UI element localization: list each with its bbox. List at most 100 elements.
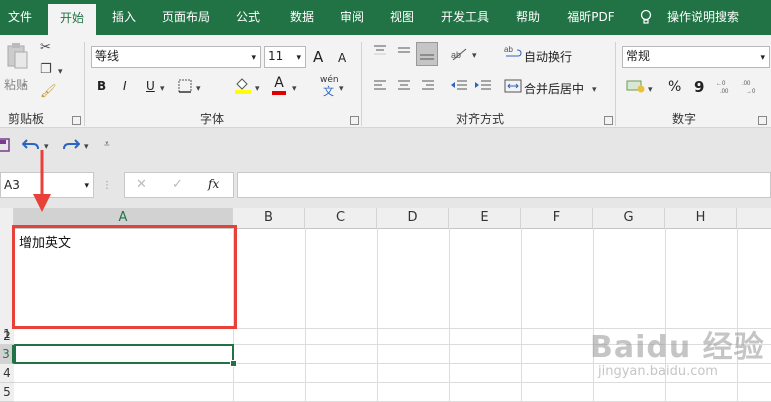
chevron-down-icon[interactable]: ▾: [292, 81, 297, 97]
clipboard-group-label: 剪贴板: [8, 112, 45, 126]
insert-function-button[interactable]: fx: [208, 177, 219, 191]
chevron-down-icon[interactable]: ▾: [196, 81, 201, 97]
customize-toolbar-icon[interactable]: ⩡: [104, 137, 110, 153]
fill-color-icon[interactable]: [234, 76, 252, 99]
column-header-b[interactable]: B: [233, 208, 305, 228]
borders-icon[interactable]: [178, 79, 192, 98]
tab-developer[interactable]: 开发工具: [432, 0, 498, 35]
alignment-group-label: 对齐方式: [456, 112, 505, 126]
alignment-launcher-icon[interactable]: [604, 116, 613, 125]
font-name-select[interactable]: 等线 ▾: [91, 46, 261, 68]
redo-icon[interactable]: [62, 136, 81, 155]
tab-view[interactable]: 视图: [382, 0, 422, 35]
enter-icon[interactable]: ✓: [172, 177, 183, 193]
align-top-icon[interactable]: [372, 44, 388, 63]
lightbulb-icon[interactable]: [636, 0, 656, 35]
column-header-e[interactable]: E: [449, 208, 521, 228]
number-launcher-icon[interactable]: [758, 116, 767, 125]
italic-button[interactable]: I: [123, 79, 127, 93]
gridline: [14, 382, 771, 383]
chevron-down-icon[interactable]: ▾: [648, 82, 653, 98]
gridline: [521, 228, 522, 402]
tab-insert[interactable]: 插入: [104, 0, 144, 35]
separator: [84, 42, 85, 126]
align-bottom-icon[interactable]: [416, 42, 438, 66]
wrap-text-button[interactable]: 自动换行: [524, 48, 572, 65]
tab-review[interactable]: 审阅: [332, 0, 372, 35]
orientation-icon[interactable]: ab: [450, 46, 468, 67]
align-right-icon[interactable]: [420, 78, 436, 97]
chevron-down-icon[interactable]: ▾: [84, 139, 89, 155]
copy-icon[interactable]: ❐: [40, 62, 52, 78]
tab-home[interactable]: 开始: [48, 4, 96, 35]
phonetic-icon[interactable]: 文: [323, 84, 334, 100]
fill-handle[interactable]: [230, 360, 237, 367]
gridline: [593, 228, 594, 402]
wrap-text-icon[interactable]: ab: [504, 44, 522, 65]
font-launcher-icon[interactable]: [350, 116, 359, 125]
row-header-3[interactable]: 3: [0, 345, 14, 364]
gridline: [305, 228, 306, 402]
tab-help[interactable]: 帮助: [506, 0, 550, 35]
chevron-down-icon[interactable]: ▾: [160, 81, 165, 97]
chevron-down-icon[interactable]: ▾: [255, 81, 260, 97]
chevron-down-icon[interactable]: ▾: [339, 81, 344, 97]
decrease-decimal-icon[interactable]: .00 →0: [742, 78, 762, 99]
column-header-g[interactable]: G: [593, 208, 665, 228]
font-name-value: 等线: [95, 49, 120, 63]
chevron-down-icon[interactable]: ▾: [58, 64, 63, 80]
tab-formulas[interactable]: 公式: [226, 0, 270, 35]
annotation-highlight-box: [12, 225, 237, 329]
cut-icon[interactable]: ✂: [40, 40, 51, 56]
paste-icon[interactable]: [6, 42, 28, 70]
increase-indent-icon[interactable]: [474, 78, 492, 97]
row-header-4[interactable]: 4: [0, 364, 14, 383]
more-dots-icon: ⋮: [102, 180, 112, 191]
ribbon-tab-bar: 文件 开始 插入 页面布局 公式 数据 审阅 视图 开发工具 帮助 福昕PDF …: [0, 0, 771, 35]
format-painter-icon[interactable]: 🖌: [40, 84, 57, 100]
chevron-down-icon: ▾: [251, 53, 256, 63]
tab-foxit-pdf[interactable]: 福昕PDF: [560, 0, 622, 35]
underline-button[interactable]: U: [146, 79, 155, 93]
grow-font-button[interactable]: A: [313, 48, 323, 66]
number-format-value: 常规: [626, 49, 651, 63]
increase-decimal-icon[interactable]: ←0.00: [716, 78, 736, 99]
separator: [615, 42, 616, 126]
tell-me-search[interactable]: 操作说明搜索: [662, 0, 744, 35]
active-cell-a3[interactable]: [14, 344, 234, 364]
number-format-select[interactable]: 常规 ▾: [622, 46, 770, 68]
watermark-brand: Baidu 经验: [590, 330, 765, 365]
merge-center-button[interactable]: 合并后居中: [524, 80, 584, 97]
shrink-font-button[interactable]: A: [338, 51, 346, 65]
chevron-down-icon[interactable]: ▾: [592, 82, 597, 98]
font-size-select[interactable]: 11 ▾: [264, 46, 306, 68]
column-header-d[interactable]: D: [377, 208, 449, 228]
formula-input[interactable]: [237, 172, 771, 198]
bold-button[interactable]: B: [97, 79, 106, 93]
merge-center-icon[interactable]: [504, 78, 522, 99]
column-header-f[interactable]: F: [521, 208, 593, 228]
chevron-down-icon[interactable]: ▾: [472, 48, 477, 64]
chevron-down-icon[interactable]: ▾: [22, 78, 27, 94]
cancel-icon[interactable]: ✕: [136, 177, 147, 193]
tab-page-layout[interactable]: 页面布局: [156, 0, 216, 35]
row-header-2[interactable]: 2: [0, 328, 14, 345]
comma-style-button[interactable]: 9: [694, 78, 704, 96]
percent-style-button[interactable]: %: [668, 79, 681, 95]
font-color-button[interactable]: A: [272, 76, 286, 95]
column-header-c[interactable]: C: [305, 208, 377, 228]
accounting-format-icon[interactable]: [626, 78, 646, 99]
row-header-5[interactable]: 5: [0, 383, 14, 402]
font-group-label: 字体: [200, 112, 225, 126]
align-center-icon[interactable]: [396, 78, 412, 97]
tab-data[interactable]: 数据: [280, 0, 324, 35]
gridline: [449, 228, 450, 402]
column-header-h[interactable]: H: [665, 208, 737, 228]
decrease-indent-icon[interactable]: [450, 78, 468, 97]
align-middle-icon[interactable]: [396, 44, 412, 63]
gridline: [377, 228, 378, 402]
clipboard-launcher-icon[interactable]: [72, 116, 81, 125]
align-left-icon[interactable]: [372, 78, 388, 97]
save-icon[interactable]: [0, 138, 10, 155]
tab-file[interactable]: 文件: [0, 0, 40, 35]
